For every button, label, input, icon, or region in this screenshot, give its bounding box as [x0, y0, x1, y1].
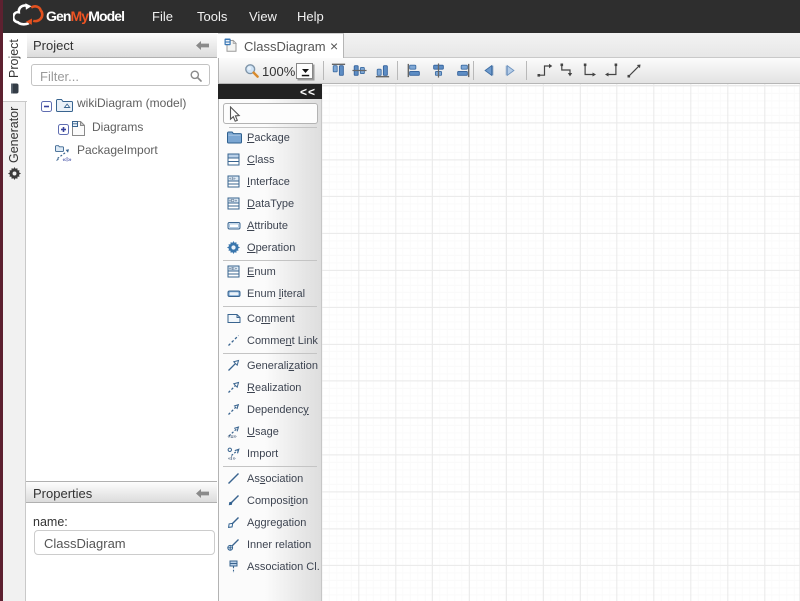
- svg-text:«I»: «I»: [228, 455, 236, 459]
- svg-text:«I»: «I»: [63, 156, 72, 162]
- svg-text:«E»: «E»: [229, 266, 238, 271]
- svg-text:«I»: «I»: [229, 176, 236, 181]
- svg-text:«D»: «D»: [229, 198, 238, 203]
- svg-text:«u»: «u»: [228, 434, 237, 438]
